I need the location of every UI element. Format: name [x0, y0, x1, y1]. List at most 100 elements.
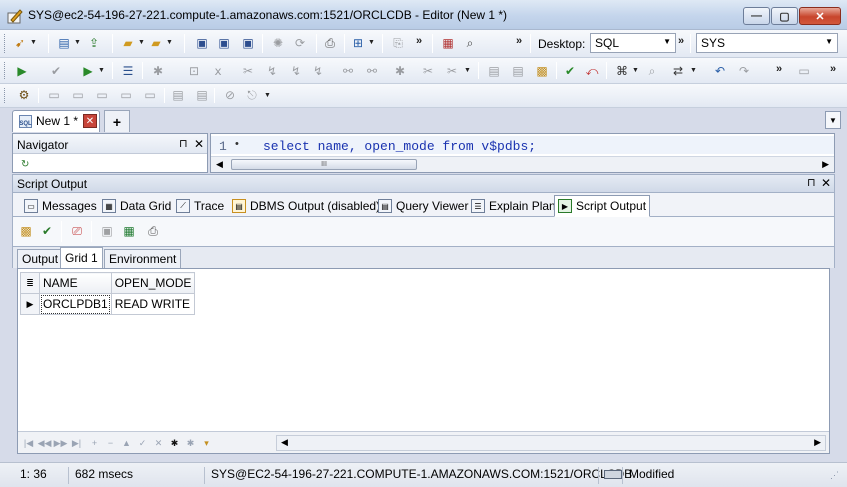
explain-plan-toolbar-icon[interactable]: ☰ [120, 63, 136, 79]
connection-select[interactable]: SYS ▼ [696, 33, 838, 53]
post-edit-icon[interactable]: ✓ [136, 436, 149, 450]
table-row[interactable]: ▶ ORCLPDB1 READ WRITE [20, 293, 196, 315]
scrollbar-thumb[interactable]: III [231, 159, 417, 170]
title-bar[interactable]: SYS@ec2-54-196-27-221.compute-1.amazonaw… [0, 0, 847, 30]
clear-output-icon[interactable]: ⎚ [69, 223, 85, 239]
sql-format-icon[interactable]: ⊞ [350, 35, 366, 51]
grid-horizontal-scrollbar[interactable]: ◀ ▶ [276, 435, 826, 451]
print-output-icon[interactable]: ⎙ [145, 223, 161, 239]
tab-dbms-output[interactable]: ▤ DBMS Output (disabled) [229, 196, 383, 216]
compare-3-icon[interactable]: ▭ [94, 87, 110, 103]
pin-icon[interactable]: ⊓ [179, 137, 188, 150]
desktop-select[interactable]: SQL ▼ [590, 33, 676, 53]
link-icon[interactable]: ⚯ [340, 63, 356, 79]
compare-5-icon[interactable]: ▭ [142, 87, 158, 103]
toolbar-overflow-icon[interactable]: » [830, 63, 836, 75]
variables-icon[interactable]: ⅹ [210, 63, 226, 79]
paste-icon[interactable]: ▩ [534, 63, 550, 79]
subtab-environment[interactable]: Environment [104, 249, 182, 268]
column-header-name[interactable]: NAME [39, 272, 112, 294]
autotrace-icon[interactable]: ✱ [150, 63, 166, 79]
commit-disabled-icon[interactable]: ✔ [48, 63, 64, 79]
tab-explain-plan[interactable]: ☰ Explain Plan [468, 196, 559, 216]
find-dropdown-icon[interactable]: ▼ [632, 67, 639, 74]
history-icon[interactable]: ▤ [170, 87, 186, 103]
find-next-icon[interactable]: ⌕ [644, 63, 660, 79]
bookmark-icon[interactable]: ⎋ [244, 87, 260, 103]
tab-trace[interactable]: ⟋ Trace [173, 196, 227, 216]
refresh-icon[interactable]: ↻ [21, 159, 29, 170]
close-icon[interactable]: ✕ [821, 176, 831, 190]
rollback-icon[interactable]: ⤺ [584, 63, 600, 79]
tab-data-grid[interactable]: ▦ Data Grid [99, 196, 174, 216]
sql-tuning-icon[interactable]: ⊡ [186, 63, 202, 79]
run-statement-icon[interactable]: ▶ [14, 63, 30, 79]
save-output-icon[interactable]: ▣ [99, 223, 115, 239]
scroll-left-icon[interactable]: ◀ [216, 159, 223, 170]
insert-row-icon[interactable]: + [88, 436, 101, 450]
subtab-grid-1[interactable]: Grid 1 [60, 247, 103, 268]
editor-horizontal-scrollbar[interactable]: ◀ III ▶ [211, 156, 834, 172]
search-icon[interactable]: ⌕ [462, 35, 478, 51]
sql-worksheet-icon[interactable]: ▤ [56, 35, 72, 51]
undo-history-icon[interactable]: ✺ [270, 35, 286, 51]
copy-icon[interactable]: ✂ [444, 63, 460, 79]
table-cell[interactable]: ORCLPDB1 [39, 293, 112, 315]
export-excel-icon[interactable]: ▦ [121, 223, 137, 239]
run-script-icon[interactable]: ▶ [80, 63, 96, 79]
toolbar-grip[interactable] [4, 34, 7, 53]
sql-worksheet-dropdown-icon[interactable]: ▼ [74, 39, 81, 46]
open-recent-icon[interactable]: ▰ [148, 35, 164, 51]
run-output-icon[interactable]: ✔ [39, 223, 55, 239]
maximize-button[interactable]: ▢ [771, 7, 798, 25]
tab-script-output[interactable]: ▶ Script Output [554, 195, 651, 217]
tab-list-button[interactable]: ▼ [825, 111, 841, 129]
lower-case-icon[interactable]: ↯ [264, 63, 280, 79]
row-marker-icon[interactable]: ▶ [20, 293, 40, 315]
save-all-icon[interactable]: ▣ [240, 35, 256, 51]
close-window-button[interactable]: ✕ [799, 7, 841, 25]
refresh-data-icon[interactable]: ✱ [168, 436, 181, 450]
toolbar-grip[interactable] [4, 88, 7, 103]
open-folder-icon[interactable]: ▰ [120, 35, 136, 51]
sql-editor[interactable]: 1 • select name, open_mode from v$pdbs; … [210, 133, 835, 173]
sql-format-dropdown-icon[interactable]: ▼ [368, 39, 375, 46]
tab-new-1[interactable]: SQL New 1 * ✕ [12, 110, 100, 132]
toolbar-overflow-icon[interactable]: » [776, 63, 782, 75]
duplicate-icon[interactable]: ▤ [510, 63, 526, 79]
toolbar-overflow-icon[interactable]: » [416, 35, 422, 47]
recent-dropdown-icon[interactable]: ▼ [166, 39, 173, 46]
clear-icon[interactable]: ⊘ [222, 87, 238, 103]
last-record-icon[interactable]: ▶| [70, 436, 83, 450]
next-record-icon[interactable]: ▶▶ [54, 436, 68, 450]
bookmark-dropdown-icon[interactable]: ▼ [264, 92, 271, 99]
code-line[interactable]: select name, open_mode from v$pdbs; [263, 139, 536, 154]
calendar-icon[interactable]: ▦ [440, 35, 456, 51]
unlink-icon[interactable]: ⚯ [364, 63, 380, 79]
comment-icon[interactable]: ▭ [796, 63, 812, 79]
cut-icon[interactable]: ✂ [420, 63, 436, 79]
save-as-icon[interactable]: ▣ [216, 35, 232, 51]
initcap-icon[interactable]: ↯ [310, 63, 326, 79]
filter-icon[interactable]: ▾ [200, 436, 213, 450]
edit-dropdown-icon[interactable]: ▼ [464, 67, 471, 74]
debug-icon[interactable]: ✱ [392, 63, 408, 79]
select-all-icon[interactable]: ≣ [20, 272, 40, 294]
run-script-dropdown-icon[interactable]: ▼ [98, 67, 105, 74]
commit-icon[interactable]: ✔ [562, 63, 578, 79]
apply-filter-icon[interactable]: ✱ [184, 436, 197, 450]
toolbar-overflow-icon[interactable]: » [516, 35, 522, 47]
scroll-right-icon[interactable]: ▶ [814, 437, 821, 448]
unshared-worksheet-icon[interactable]: ⇪ [86, 35, 102, 51]
connect-dropdown-icon[interactable]: ▼ [30, 39, 37, 46]
snippet-icon[interactable]: ▤ [194, 87, 210, 103]
column-header-open-mode[interactable]: OPEN_MODE [110, 272, 196, 294]
redo-icon[interactable]: ↷ [736, 63, 752, 79]
subtab-output[interactable]: Output [17, 249, 64, 268]
toolbar-overflow-icon[interactable]: » [678, 35, 684, 47]
copy-file-icon[interactable]: ▤ [486, 63, 502, 79]
open-dropdown-icon[interactable]: ▼ [138, 39, 145, 46]
replace-dropdown-icon[interactable]: ▼ [690, 67, 697, 74]
table-cell[interactable]: READ WRITE [110, 293, 196, 315]
move-icon[interactable]: ✂ [240, 63, 256, 79]
